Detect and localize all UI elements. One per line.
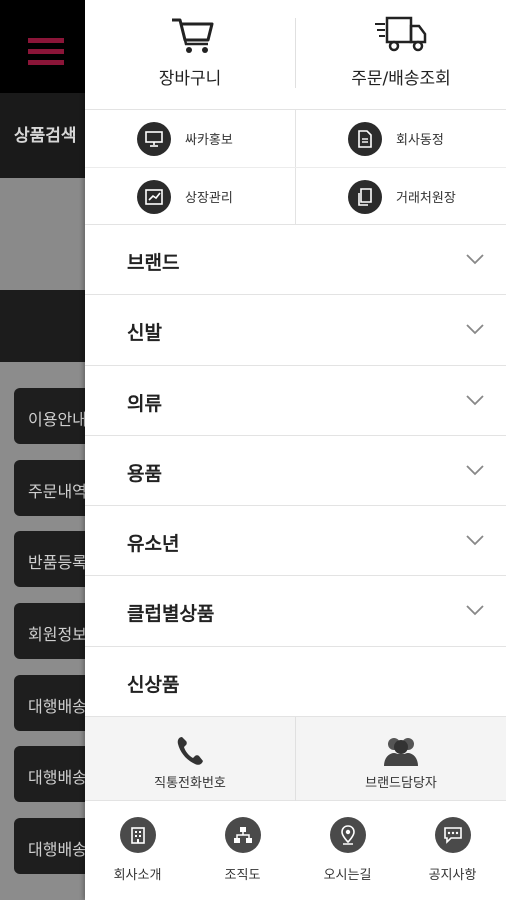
delivery-truck-icon — [375, 16, 427, 52]
chevron-down-icon — [466, 465, 484, 476]
hamburger-menu-icon[interactable] — [28, 38, 64, 66]
promo-link[interactable]: 싸카홍보 — [85, 110, 295, 167]
cart-icon — [172, 18, 214, 53]
direct-phone-label: 직통전화번호 — [154, 776, 226, 791]
side-drawer: 장바구니 주문/배송조회 싸카홍보 회사동정 상장관리 거래처원장 브랜드 신발… — [85, 0, 506, 900]
cart-button[interactable]: 장바구니 — [85, 0, 295, 110]
contact-row: 직통전화번호 브랜드담당자 — [85, 717, 506, 801]
directions-link[interactable]: 오시는길 — [295, 801, 400, 900]
menu-item-club-products[interactable]: 클럽별상품 — [85, 576, 506, 647]
ledger-icon — [348, 180, 382, 214]
menu-item-label: 유소년 — [127, 533, 180, 556]
brand-manager-label: 브랜드담당자 — [365, 776, 437, 791]
bottom-links: 회사소개 조직도 오시는길 공지사항 — [85, 801, 506, 900]
company-news-label: 회사동정 — [396, 133, 444, 148]
search-label[interactable]: 상품검색 — [14, 121, 77, 146]
chevron-down-icon — [466, 324, 484, 335]
menu-item-shoes[interactable]: 신발 — [85, 295, 506, 366]
quick-links-grid: 싸카홍보 회사동정 상장관리 거래처원장 — [85, 110, 506, 225]
directions-label: 오시는길 — [323, 868, 372, 883]
people-icon — [384, 738, 418, 766]
menu-item-youth[interactable]: 유소년 — [85, 506, 506, 577]
monitor-icon — [137, 122, 171, 156]
org-chart-label: 조직도 — [224, 868, 261, 883]
company-news-link[interactable]: 회사동정 — [296, 110, 506, 167]
menu-item-label: 신상품 — [127, 673, 180, 696]
direct-phone-button[interactable]: 직통전화번호 — [85, 717, 295, 801]
building-icon — [119, 817, 156, 853]
ledger-link[interactable]: 거래처원장 — [296, 168, 506, 225]
menu-item-equipment[interactable]: 용품 — [85, 436, 506, 507]
cart-label: 장바구니 — [158, 69, 222, 89]
brand-manager-button[interactable]: 브랜드담당자 — [296, 717, 506, 801]
org-chart-link[interactable]: 조직도 — [190, 801, 295, 900]
menu-item-brand[interactable]: 브랜드 — [85, 225, 506, 296]
chevron-down-icon — [466, 605, 484, 616]
menu-item-label: 클럽별상품 — [127, 603, 215, 626]
menu-item-label: 의류 — [127, 392, 162, 415]
chevron-down-icon — [466, 254, 484, 265]
chevron-down-icon — [466, 394, 484, 405]
document-icon — [348, 122, 382, 156]
menu-item-apparel[interactable]: 의류 — [85, 366, 506, 436]
promo-label: 싸카홍보 — [185, 133, 233, 148]
company-intro-link[interactable]: 회사소개 — [85, 801, 190, 900]
menu-item-label: 브랜드 — [127, 252, 180, 274]
chart-icon — [137, 180, 171, 214]
top-actions: 장바구니 주문/배송조회 — [85, 0, 506, 110]
listing-manage-link[interactable]: 상장관리 — [85, 168, 295, 225]
ledger-label: 거래처원장 — [396, 191, 456, 206]
menu-item-label: 신발 — [127, 322, 162, 345]
order-tracking-button[interactable]: 주문/배송조회 — [296, 0, 506, 110]
category-menu: 브랜드 신발 의류 용품 유소년 클럽별상품 신상품 — [85, 225, 506, 718]
chevron-down-icon — [466, 535, 484, 546]
menu-item-label: 용품 — [127, 462, 162, 485]
org-chart-icon — [224, 817, 261, 853]
notice-link[interactable]: 공지사항 — [400, 801, 505, 900]
order-tracking-label: 주문/배송조회 — [351, 69, 451, 89]
location-pin-icon — [329, 817, 366, 853]
listing-manage-label: 상장관리 — [185, 191, 233, 206]
chat-bubble-icon — [434, 817, 471, 853]
company-intro-label: 회사소개 — [113, 868, 162, 883]
notice-label: 공지사항 — [428, 868, 477, 883]
menu-item-new-products[interactable]: 신상품 — [85, 647, 506, 718]
phone-icon — [177, 737, 203, 765]
